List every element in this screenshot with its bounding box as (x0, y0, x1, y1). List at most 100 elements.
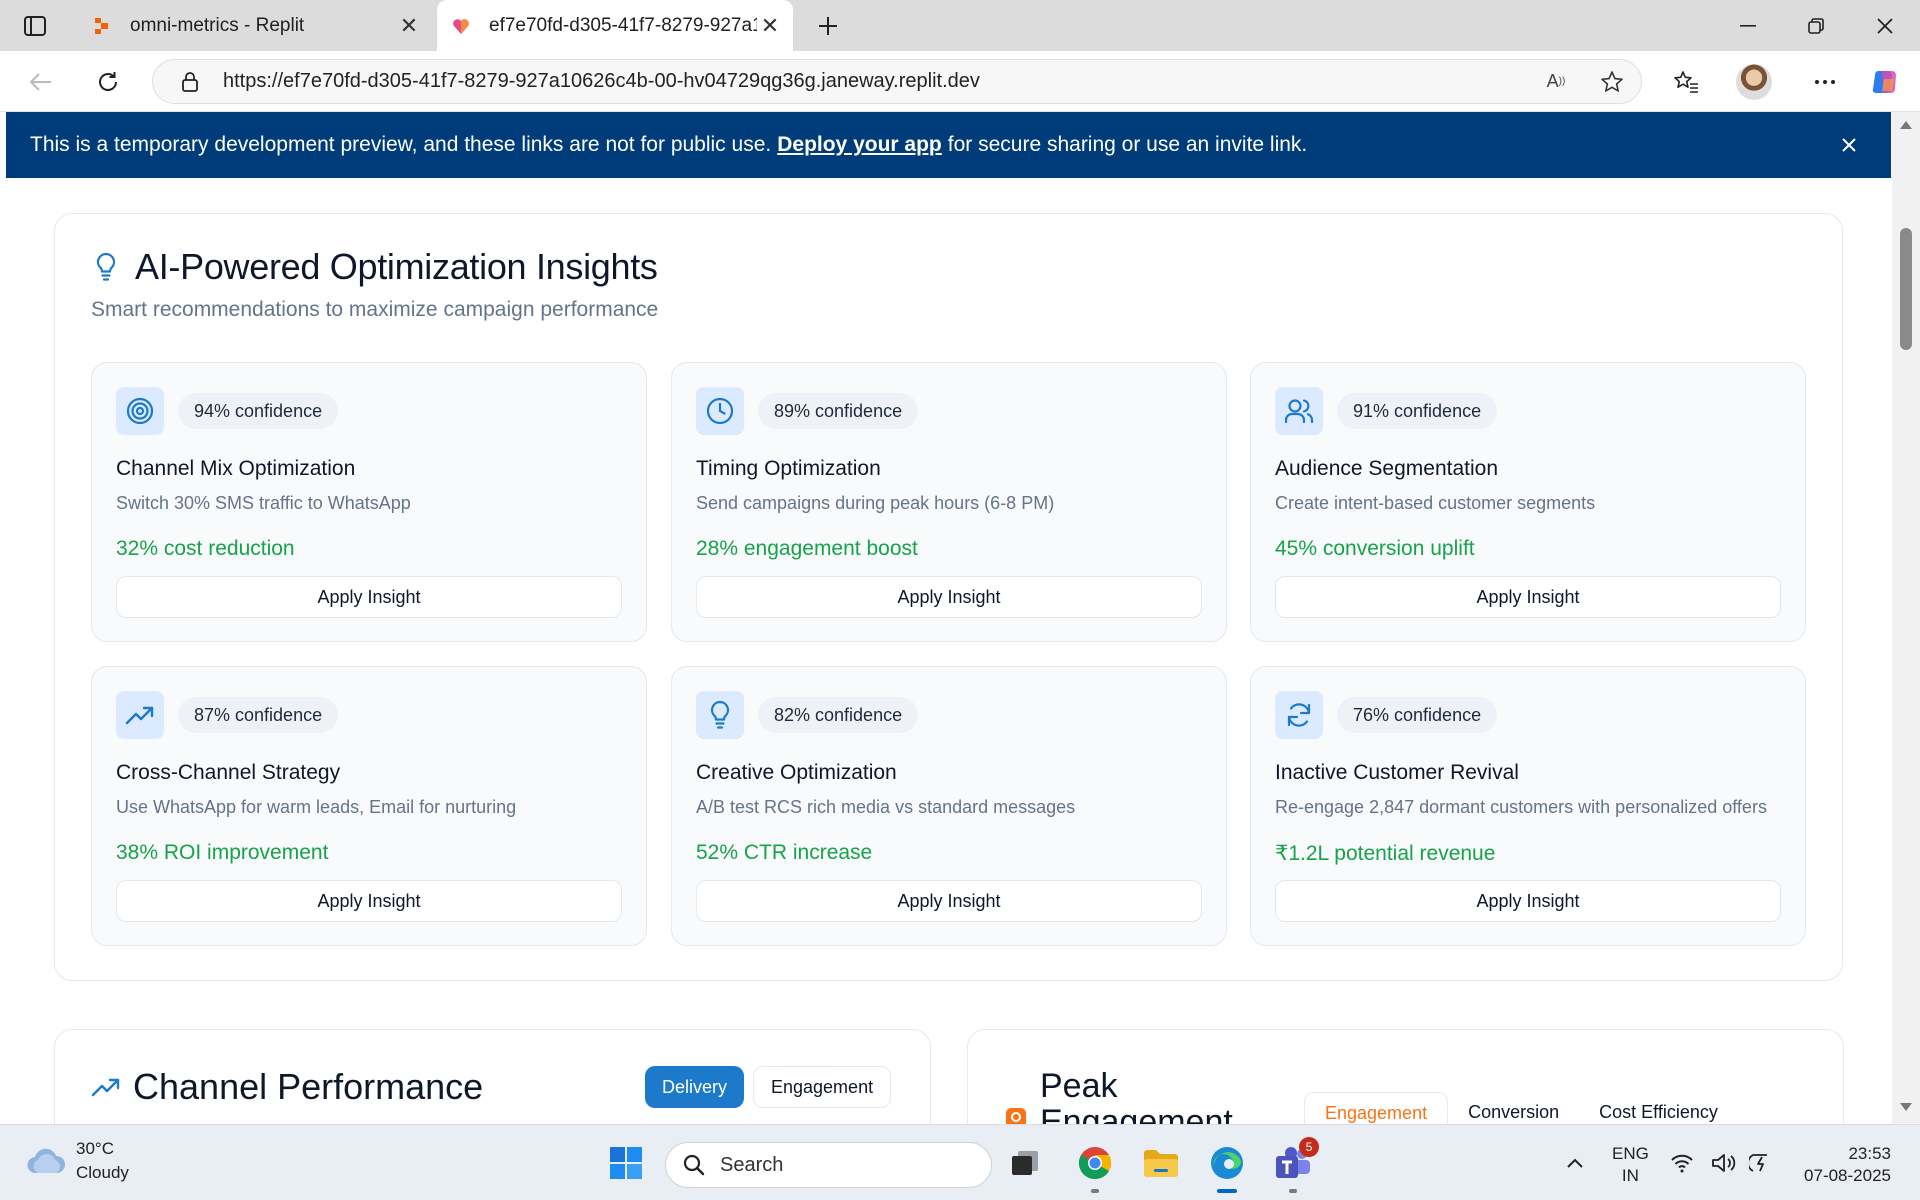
system-clock[interactable]: 23:53 07-08-2025 (1796, 1143, 1891, 1187)
new-tab-icon[interactable] (812, 10, 844, 42)
copilot-icon[interactable] (1868, 65, 1902, 99)
insight-description: Re-engage 2,847 dormant customers with p… (1275, 797, 1767, 817)
apply-insight-button[interactable]: Apply Insight (116, 576, 622, 618)
lightbulb-icon (91, 249, 121, 285)
insight-card: 89% confidence Timing Optimization Send … (671, 362, 1227, 642)
notification-badge: 5 (1299, 1137, 1319, 1157)
apply-insight-button[interactable]: Apply Insight (116, 880, 622, 922)
minimize-icon[interactable] (1718, 0, 1778, 51)
section-header: AI-Powered Optimization Insights (91, 246, 658, 288)
insight-title: Inactive Customer Revival (1275, 761, 1519, 784)
insight-impact: 45% conversion uplift (1275, 537, 1475, 560)
insight-impact: 52% CTR increase (696, 841, 873, 864)
volume-icon[interactable] (1708, 1141, 1740, 1185)
peak-engagement-tabs: Engagement Conversion Cost Efficiency (1304, 1092, 1738, 1124)
section-subtitle: Smart recommendations to maximize campai… (91, 298, 659, 321)
windows-taskbar: 30°C Cloudy Search 5 ENG IN 23:53 07-08-… (0, 1124, 1920, 1200)
edge-browser-icon[interactable] (1205, 1141, 1249, 1193)
apply-insight-button[interactable]: Apply Insight (696, 880, 1202, 922)
scroll-up-icon[interactable] (1898, 118, 1914, 132)
clock-icon (696, 387, 744, 435)
insight-description: Use WhatsApp for warm leads, Email for n… (116, 797, 517, 817)
search-placeholder: Search (720, 1153, 784, 1176)
peak-engagement-title: Peak Engagement (1040, 1067, 1233, 1124)
more-options-icon[interactable] (1808, 65, 1842, 99)
confidence-badge: 94% confidence (178, 393, 339, 429)
scrollbar-thumb[interactable] (1900, 228, 1912, 350)
running-indicator (1289, 1189, 1297, 1193)
insight-card: 91% confidence Audience Segmentation Cre… (1250, 362, 1806, 642)
insight-description: Send campaigns during peak hours (6-8 PM… (696, 493, 1055, 513)
close-tab-icon[interactable]: ✕ (396, 13, 422, 39)
confidence-badge: 87% confidence (178, 697, 339, 733)
banner-text-after: for secure sharing or use an invite link… (947, 133, 1308, 156)
scroll-down-icon[interactable] (1898, 1100, 1914, 1114)
wifi-icon[interactable] (1666, 1141, 1698, 1185)
taskbar-search[interactable]: Search (665, 1142, 992, 1188)
insight-title: Cross-Channel Strategy (116, 761, 341, 784)
channel-performance-title: Channel Performance (133, 1066, 484, 1107)
back-icon[interactable] (24, 65, 58, 99)
replit-favicon-icon (95, 17, 108, 34)
weather-temperature: 30°C (76, 1139, 114, 1158)
teams-icon[interactable]: 5 (1271, 1137, 1319, 1193)
language-code: ENG (1612, 1144, 1649, 1163)
insight-title: Channel Mix Optimization (116, 457, 356, 480)
delivery-toggle[interactable]: Delivery (645, 1066, 745, 1108)
browser-toolbar: https://ef7e70fd-d305-41f7-8279-927a1062… (0, 51, 1920, 112)
start-button[interactable] (604, 1141, 648, 1185)
clock-date: 07-08-2025 (1804, 1166, 1891, 1185)
chrome-icon[interactable] (1073, 1141, 1117, 1193)
page-scrollbar[interactable] (1892, 112, 1920, 1124)
browser-tab-bar: omni-metrics - Replit ✕ ef7e70fd-d305-41… (0, 0, 1920, 51)
insight-title: Creative Optimization (696, 761, 897, 784)
favorites-icon[interactable] (1669, 65, 1703, 99)
insight-impact: ₹1.2L potential revenue (1275, 842, 1496, 865)
insight-description: A/B test RCS rich media vs standard mess… (696, 797, 1076, 817)
apply-insight-button[interactable]: Apply Insight (696, 576, 1202, 618)
url-text: https://ef7e70fd-d305-41f7-8279-927a1062… (223, 70, 980, 92)
tab-replit[interactable]: omni-metrics - Replit ✕ (78, 0, 432, 51)
confidence-badge: 82% confidence (758, 697, 919, 733)
file-explorer-icon[interactable] (1139, 1141, 1183, 1185)
insight-title: Audience Segmentation (1275, 457, 1498, 480)
read-aloud-icon[interactable]: A)) (1541, 67, 1571, 97)
language-indicator[interactable]: ENG IN (1612, 1143, 1649, 1187)
insight-impact: 32% cost reduction (116, 537, 295, 560)
tab-cost-efficiency[interactable]: Cost Efficiency (1579, 1092, 1738, 1124)
weather-widget[interactable]: 30°C Cloudy (26, 1137, 129, 1185)
deploy-app-link[interactable]: Deploy your app (777, 133, 942, 157)
lock-icon[interactable] (177, 69, 203, 95)
weather-description: Cloudy (76, 1163, 129, 1182)
engagement-toggle[interactable]: Engagement (753, 1066, 892, 1108)
tab-actions-icon[interactable] (18, 12, 52, 40)
tab-conversion[interactable]: Conversion (1448, 1092, 1579, 1124)
task-view-icon[interactable] (1003, 1141, 1047, 1185)
close-window-icon[interactable] (1855, 0, 1915, 51)
peak-engagement-icon (1006, 1108, 1026, 1124)
confidence-badge: 89% confidence (758, 393, 919, 429)
favorite-star-icon[interactable] (1597, 67, 1627, 97)
profile-avatar[interactable] (1736, 64, 1772, 100)
tab-engagement[interactable]: Engagement (1304, 1092, 1449, 1124)
address-bar[interactable]: https://ef7e70fd-d305-41f7-8279-927a1062… (152, 59, 1642, 104)
close-tab-icon[interactable]: ✕ (757, 13, 783, 39)
lightbulb-icon (696, 691, 744, 739)
insight-description: Switch 30% SMS traffic to WhatsApp (116, 493, 411, 513)
reload-icon[interactable] (91, 65, 125, 99)
target-icon (116, 387, 164, 435)
tab-preview[interactable]: ef7e70fd-d305-41f7-8279-927a10626c4b ✕ (437, 0, 793, 51)
battery-charging-icon[interactable] (1746, 1141, 1778, 1185)
users-icon (1275, 387, 1323, 435)
app-favicon-icon (453, 18, 469, 34)
apply-insight-button[interactable]: Apply Insight (1275, 880, 1781, 922)
close-banner-icon[interactable] (1835, 131, 1863, 159)
apply-insight-button[interactable]: Apply Insight (1275, 576, 1781, 618)
restore-icon[interactable] (1786, 0, 1846, 51)
insight-card: 76% confidence Inactive Customer Revival… (1250, 666, 1806, 946)
dev-preview-banner: This is a temporary development preview,… (6, 112, 1891, 178)
channel-performance-card: Channel Performance Delivery Engagement (54, 1029, 931, 1124)
channel-performance-header: Channel Performance (91, 1066, 483, 1108)
show-hidden-icons-chevron-icon[interactable] (1553, 1141, 1597, 1185)
language-region: IN (1621, 1166, 1639, 1185)
